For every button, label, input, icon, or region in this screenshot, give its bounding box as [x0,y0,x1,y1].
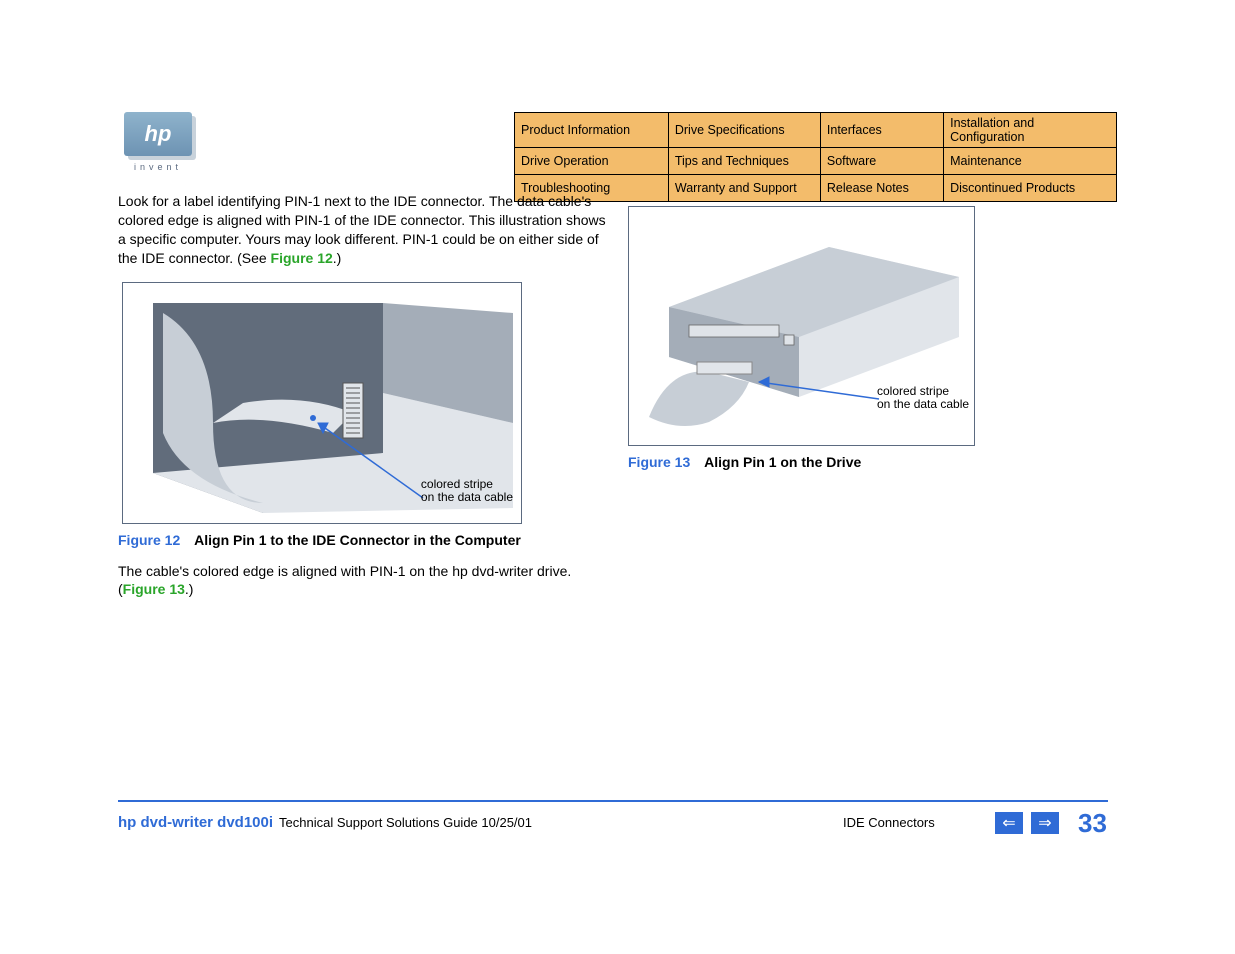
nav-product-information[interactable]: Product Information [515,113,669,148]
nav-maintenance[interactable]: Maintenance [944,148,1117,175]
footer-divider [118,800,1108,802]
right-column: colored stripe on the data cable Figure … [628,192,1108,470]
figure-13-link[interactable]: Figure 13 [123,581,185,597]
footer-guide: Technical Support Solutions Guide 10/25/… [279,815,532,830]
nav-installation-configuration[interactable]: Installation and Configuration [944,113,1117,148]
paragraph-2: The cable's colored edge is aligned with… [118,562,608,600]
footer-product: hp dvd-writer dvd100i [118,814,273,831]
para2-text-b: .) [185,581,194,597]
figure-12-link[interactable]: Figure 12 [271,250,333,266]
left-column: Look for a label identifying PIN-1 next … [118,192,608,599]
fig12-annot-line2: on the data cable [421,491,513,504]
nav-tips-techniques[interactable]: Tips and Techniques [668,148,820,175]
nav-interfaces[interactable]: Interfaces [820,113,943,148]
footer-section: IDE Connectors [843,815,935,830]
figure-12-caption: Figure 12 Align Pin 1 to the IDE Connect… [118,532,608,548]
nav-drive-operation[interactable]: Drive Operation [515,148,669,175]
hp-logo-icon: hp [124,112,192,156]
figure-13-num: Figure 13 [628,454,690,470]
next-page-button[interactable]: ⇒ [1031,812,1059,834]
paragraph-1: Look for a label identifying PIN-1 next … [118,192,608,268]
nav-software[interactable]: Software [820,148,943,175]
fig13-annot-line2: on the data cable [877,398,969,411]
para1-text-b: .) [333,250,342,266]
para1-text-a: Look for a label identifying PIN-1 next … [118,193,606,266]
figure-13-caption: Figure 13 Align Pin 1 on the Drive [628,454,1108,470]
hp-tagline: invent [118,162,198,172]
nav-drive-specifications[interactable]: Drive Specifications [668,113,820,148]
figure-12-num: Figure 12 [118,532,180,548]
figure-12-title: Align Pin 1 to the IDE Connector in the … [194,532,521,548]
footer: hp dvd-writer dvd100i Technical Support … [118,814,1118,831]
figure-12-image: colored stripe on the data cable [122,282,522,524]
figure-13-title: Align Pin 1 on the Drive [704,454,861,470]
prev-page-button[interactable]: ⇐ [995,812,1023,834]
hp-logo-block: hp invent [118,112,198,172]
figure-13-image: colored stripe on the data cable [628,206,975,446]
page-number: 33 [1078,808,1107,839]
nav-table: Product Information Drive Specifications… [514,112,1117,202]
